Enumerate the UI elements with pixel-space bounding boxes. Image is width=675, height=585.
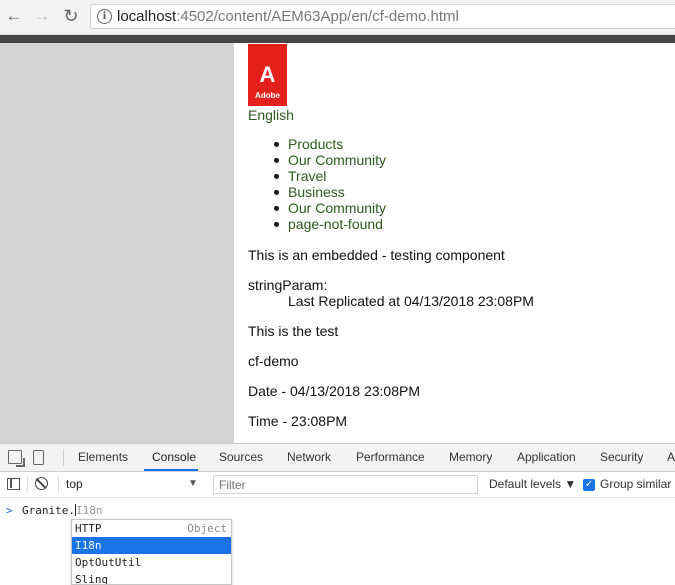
nav-item-travel[interactable]: Travel <box>273 168 386 184</box>
url-text[interactable]: localhost:4502/content/AEM63App/en/cf-de… <box>117 8 459 25</box>
adobe-logo[interactable]: A Adobe <box>248 44 287 106</box>
page-content: A Adobe English Products Our Community T… <box>234 43 675 443</box>
tab-application[interactable]: Application <box>517 444 576 471</box>
console-toolbar: top ▼ Default levels ▼ ✓ Group similar <box>0 472 675 498</box>
test-text: This is the test <box>248 323 339 339</box>
chevron-down-icon[interactable]: ▼ <box>188 475 198 493</box>
tab-security[interactable]: Security <box>600 444 643 471</box>
page-name-text: cf-demo <box>248 353 299 369</box>
url-host: localhost <box>117 8 177 25</box>
context-selector[interactable]: top <box>66 475 206 493</box>
autocomplete-label: OptOutUtil <box>75 556 142 569</box>
autocomplete-item-selected[interactable]: I18n <box>72 537 231 554</box>
adobe-logo-text: Adobe <box>255 91 280 100</box>
address-bar[interactable]: i localhost:4502/content/AEM63App/en/cf-… <box>90 4 675 29</box>
autocomplete-label: Sling <box>75 573 109 585</box>
time-text: Time - 23:08PM <box>248 413 348 429</box>
autocomplete-label: HTTP <box>75 522 102 535</box>
autocomplete-item[interactable]: HTTP Object <box>72 520 231 537</box>
url-path: :4502/content/AEM63App/en/cf-demo.html <box>176 8 459 25</box>
log-levels-dropdown[interactable]: Default levels ▼ <box>489 475 576 493</box>
console-prompt-icon: > <box>6 504 13 517</box>
autocomplete-item[interactable]: OptOutUtil <box>72 554 231 571</box>
tab-memory[interactable]: Memory <box>449 444 492 471</box>
toolbar-separator <box>58 476 59 493</box>
tab-overflow[interactable]: A <box>667 444 675 471</box>
tab-elements[interactable]: Elements <box>78 444 128 471</box>
info-icon[interactable]: i <box>97 9 112 24</box>
page-left-gutter <box>0 43 234 443</box>
back-arrow-icon[interactable]: ← <box>4 6 24 26</box>
inspect-element-icon[interactable] <box>8 450 22 464</box>
toolbar-separator <box>27 476 28 493</box>
autocomplete-label: I18n <box>75 539 102 552</box>
tab-network[interactable]: Network <box>287 444 331 471</box>
autocomplete-item[interactable]: Sling <box>72 571 231 585</box>
console-filter-input[interactable] <box>213 475 478 494</box>
nav-item-products[interactable]: Products <box>273 136 386 152</box>
console-typed-text: Granite. <box>22 504 75 517</box>
forward-arrow-icon[interactable]: → <box>32 6 52 26</box>
autocomplete-type: Object <box>187 522 227 535</box>
browser-toolbar: ← → ↻ i localhost:4502/content/AEM63App/… <box>0 0 675 35</box>
tab-sources[interactable]: Sources <box>219 444 263 471</box>
clear-console-icon[interactable] <box>35 477 48 490</box>
language-link[interactable]: English <box>248 107 294 123</box>
group-similar-label: Group similar <box>600 477 672 491</box>
date-text: Date - 04/13/2018 23:08PM <box>248 383 421 399</box>
group-similar-checkbox[interactable]: ✓ <box>583 479 595 491</box>
devtools-tab-bar: Elements Console Sources Network Perform… <box>0 444 675 472</box>
tab-console[interactable]: Console <box>144 444 198 471</box>
tab-performance[interactable]: Performance <box>356 444 425 471</box>
nav-list: Products Our Community Travel Business O… <box>273 136 386 232</box>
device-toolbar-icon[interactable] <box>33 450 44 465</box>
console-suggestion-ghost: I18n <box>75 504 103 517</box>
nav-item-our-community[interactable]: Our Community <box>273 152 386 168</box>
nav-item-business[interactable]: Business <box>273 184 386 200</box>
console-output[interactable]: > Granite.I18n HTTP Object I18n OptOutUti… <box>0 498 675 585</box>
console-sidebar-icon[interactable] <box>7 478 20 490</box>
string-param-label: stringParam: <box>248 277 328 293</box>
tab-separator <box>63 449 64 466</box>
nav-item-our-community-2[interactable]: Our Community <box>273 200 386 216</box>
last-replicated-text: Last Replicated at 04/13/2018 23:08PM <box>288 293 534 309</box>
page-top-strip <box>0 35 675 43</box>
autocomplete-dropdown: HTTP Object I18n OptOutUtil Sling <box>71 519 232 585</box>
console-input[interactable]: Granite.I18n <box>22 504 102 517</box>
nav-item-page-not-found[interactable]: page-not-found <box>273 216 386 232</box>
devtools-panel: Elements Console Sources Network Perform… <box>0 443 675 585</box>
embedded-text: This is an embedded - testing component <box>248 247 505 263</box>
reload-icon[interactable]: ↻ <box>61 6 81 26</box>
adobe-logo-glyph: A <box>259 62 276 87</box>
